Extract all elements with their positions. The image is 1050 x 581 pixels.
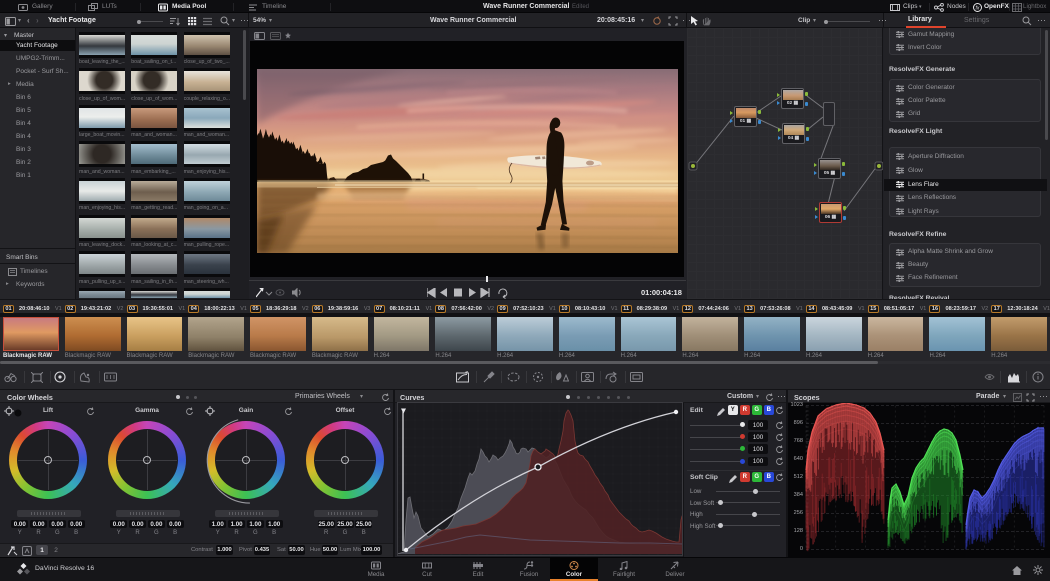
svg-text:fx: fx bbox=[976, 5, 980, 11]
